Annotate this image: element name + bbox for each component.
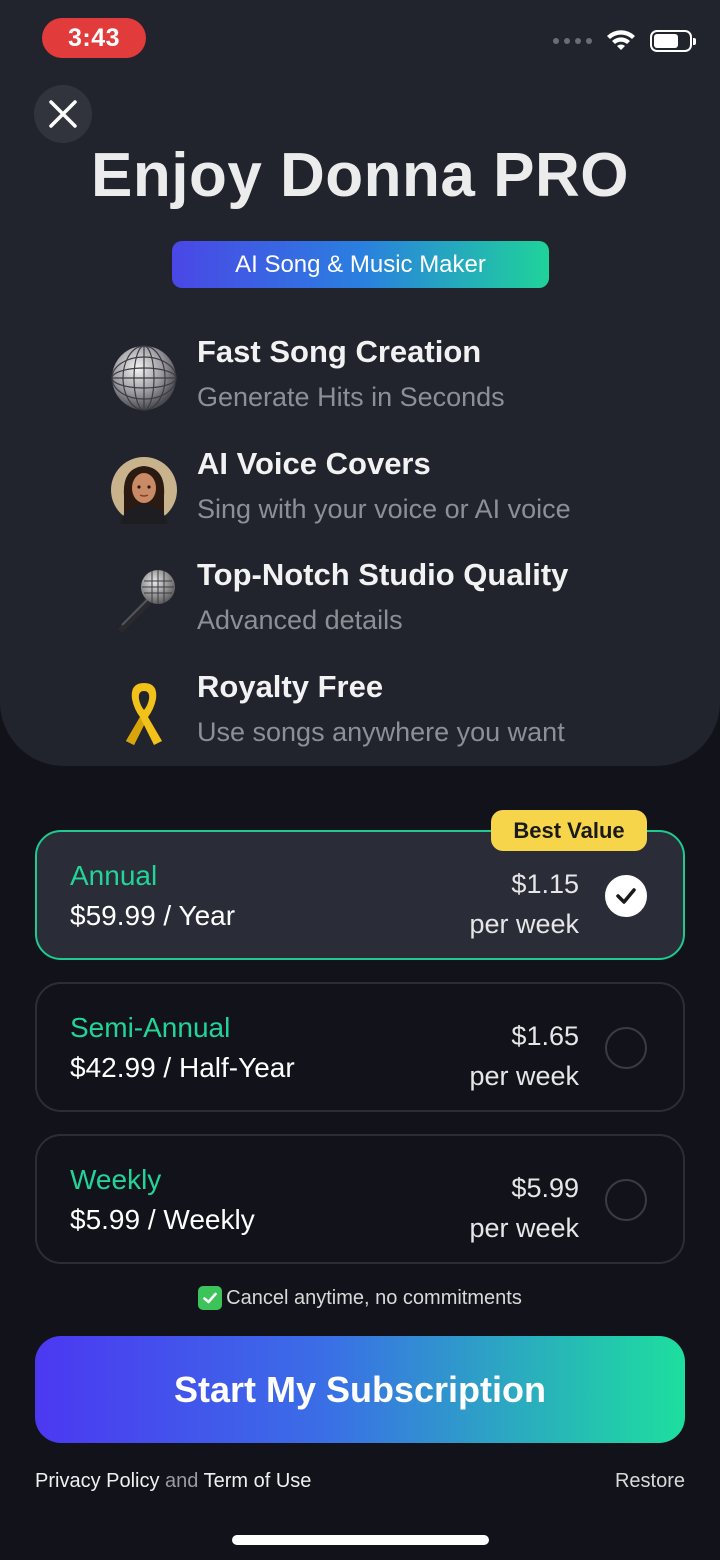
plan-name: Annual (70, 860, 158, 891)
cancel-note: Cancel anytime, no commitments (0, 1286, 720, 1310)
feature-subtitle: Advanced details (197, 605, 403, 635)
feature-title: AI Voice Covers (197, 445, 431, 481)
close-button[interactable] (34, 85, 92, 143)
feature-list: Fast Song Creation Generate Hits in Seco… (110, 334, 690, 780)
wifi-icon (607, 30, 635, 50)
microphone-icon (118, 570, 175, 633)
plan-radio[interactable] (605, 1179, 647, 1221)
plan-weekly-price: $5.99 per week (469, 1168, 579, 1248)
best-value-badge: Best Value (491, 810, 647, 851)
plan-weekly-amount: $1.15 (511, 869, 579, 899)
close-icon (49, 100, 77, 128)
checkmark-icon (616, 888, 636, 904)
signal-icon (553, 38, 592, 44)
feature-title: Fast Song Creation (197, 334, 482, 369)
plan-weekly-label: per week (469, 1061, 579, 1091)
ribbon-icon (126, 682, 162, 745)
feature-subtitle: Sing with your voice or AI voice (197, 493, 571, 524)
feature-subtitle: Generate Hits in Seconds (197, 382, 505, 412)
terms-link[interactable]: Term of Use (204, 1470, 312, 1492)
status-time: 3:43 (42, 18, 146, 58)
plan-weekly-amount: $1.65 (511, 1021, 579, 1051)
feature-item: AI Voice Covers Sing with your voice or … (110, 446, 690, 558)
status-time-text: 3:43 (67, 23, 121, 52)
plan-price: $5.99 / Weekly (70, 1204, 255, 1235)
plan-weekly-label: per week (469, 1213, 579, 1243)
avatar-icon (111, 456, 177, 524)
feature-item: Fast Song Creation Generate Hits in Seco… (110, 334, 690, 446)
start-subscription-button[interactable]: Start My Subscription (35, 1336, 685, 1443)
battery-icon (650, 30, 696, 52)
footer-links: Privacy Policy and Term of Use (35, 1470, 311, 1493)
plan-weekly-price: $1.15 per week (469, 864, 579, 944)
plan-weekly-amount: $5.99 (511, 1173, 579, 1203)
feature-subtitle: Use songs anywhere you want (197, 716, 565, 747)
footer-and: and (165, 1470, 199, 1492)
status-icons (553, 30, 696, 52)
plan-name: Weekly (70, 1164, 162, 1195)
cancel-note-text: Cancel anytime, no commitments (226, 1286, 522, 1309)
plan-weekly[interactable]: Weekly $5.99 / Weekly $5.99 per week (35, 1134, 685, 1264)
privacy-policy-link[interactable]: Privacy Policy (35, 1470, 159, 1492)
home-indicator[interactable] (232, 1535, 489, 1545)
plan-weekly-label: per week (469, 909, 579, 939)
plan-name: Semi-Annual (70, 1012, 231, 1043)
plan-weekly-price: $1.65 per week (469, 1016, 579, 1096)
feature-item: Royalty Free Use songs anywhere you want (110, 669, 690, 781)
disco-ball-icon (111, 345, 177, 411)
check-mark-icon (198, 1286, 223, 1310)
plan-semi-annual[interactable]: Semi-Annual $42.99 / Half-Year $1.65 per… (35, 982, 685, 1112)
plan-price: $59.99 / Year (70, 900, 236, 931)
plan-radio[interactable] (605, 1027, 647, 1069)
plan-price: $42.99 / Half-Year (70, 1052, 295, 1083)
feature-title: Top-Notch Studio Quality (197, 557, 569, 592)
app-tag: AI Song & Music Maker (172, 241, 549, 288)
feature-title: Royalty Free (197, 668, 384, 704)
page-title: Enjoy Donna PRO (91, 141, 629, 210)
feature-item: Top-Notch Studio Quality Advanced detail… (110, 557, 690, 669)
restore-button[interactable]: Restore (615, 1470, 685, 1493)
plan-radio-selected[interactable] (605, 875, 647, 917)
